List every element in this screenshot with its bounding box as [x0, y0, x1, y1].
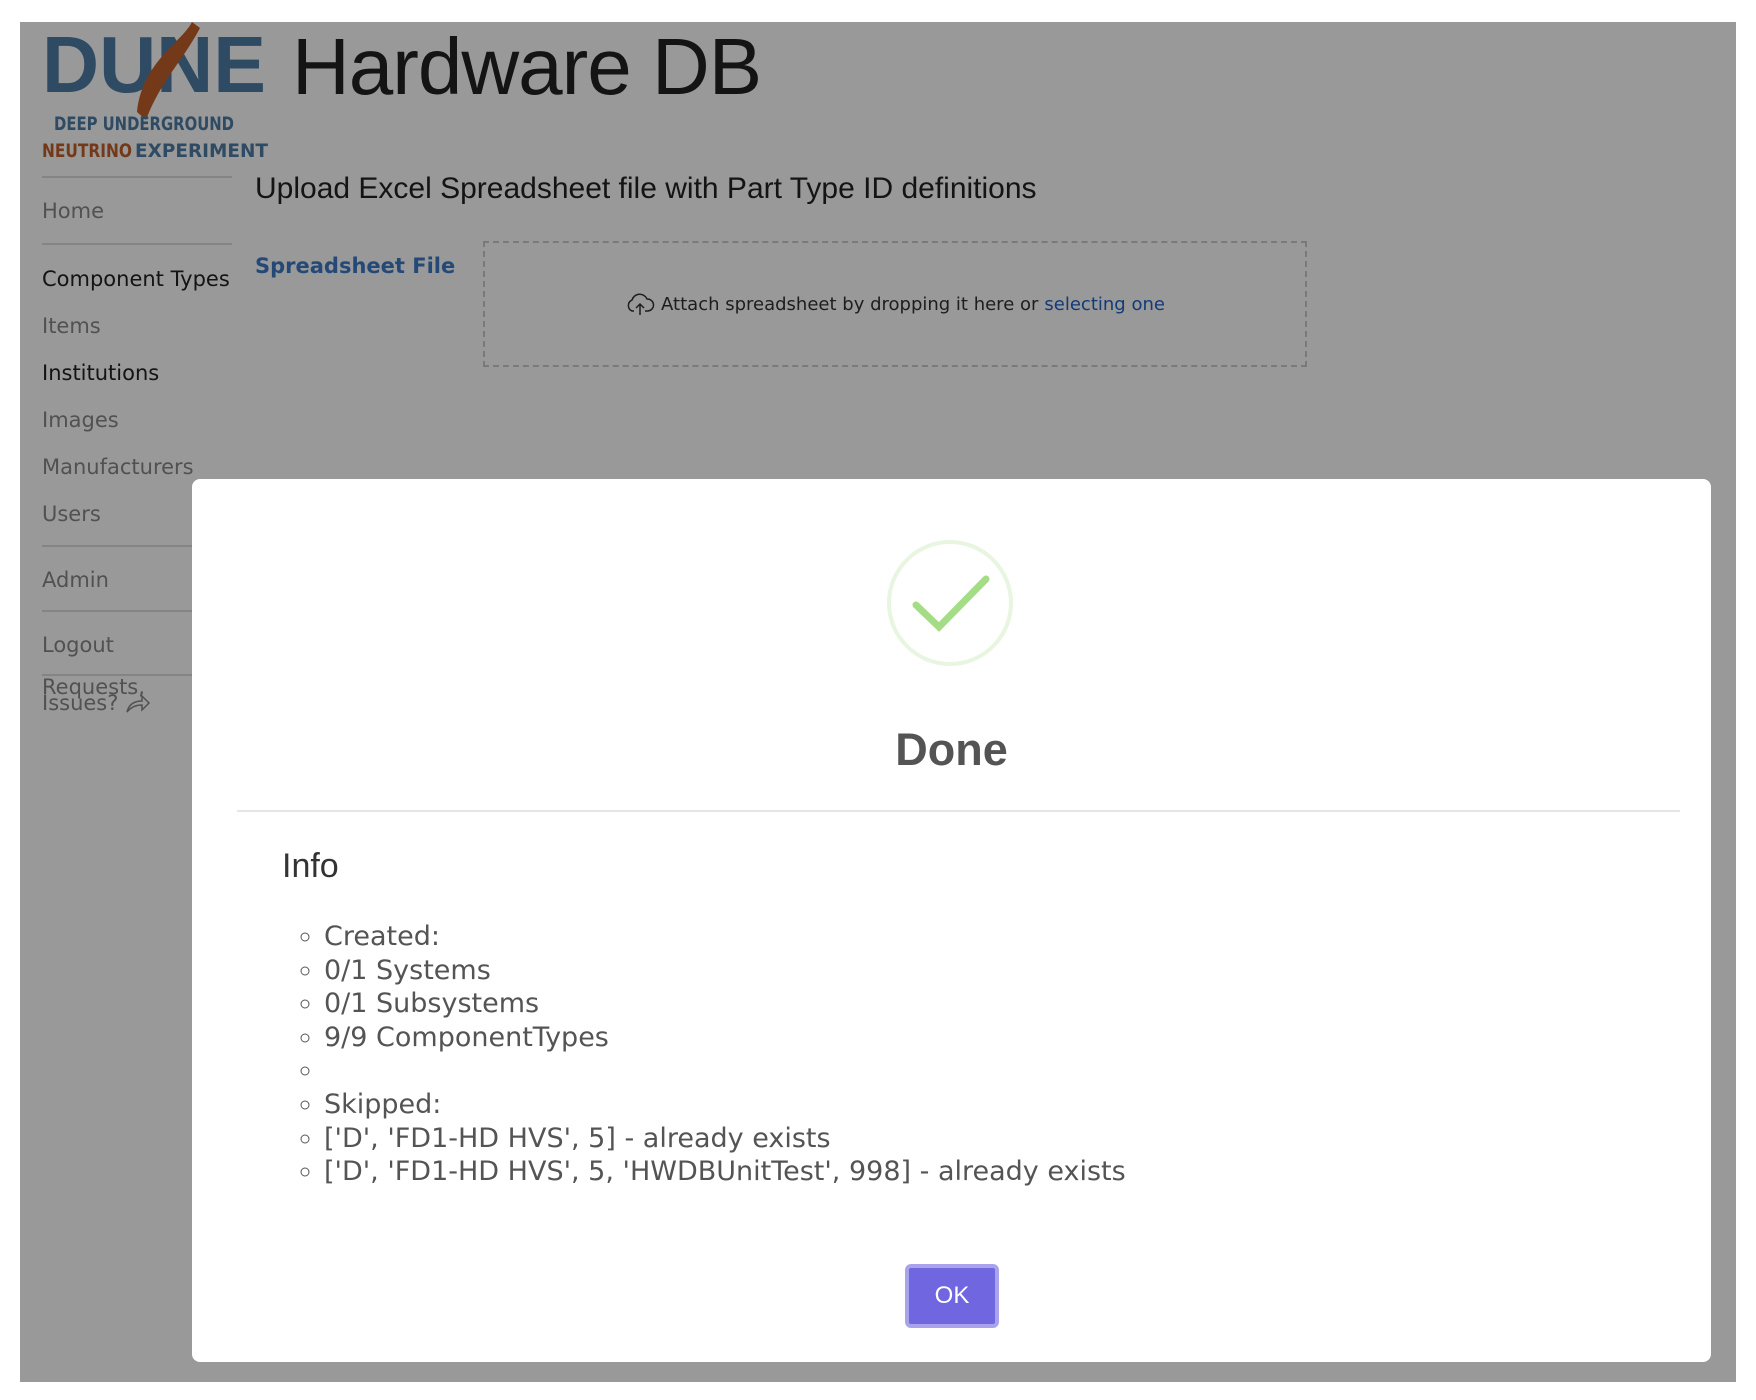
ok-button[interactable]: OK [905, 1264, 999, 1328]
dialog-title: Done [895, 724, 1008, 775]
done-dialog: Done Info Created: 0/1 Systems 0/1 Subsy… [192, 479, 1711, 1362]
list-item: 9/9 ComponentTypes [324, 1021, 1126, 1055]
result-list: Created: 0/1 Systems 0/1 Subsystems 9/9 … [282, 920, 1126, 1189]
list-item: Created: [324, 920, 1126, 954]
list-item: 0/1 Systems [324, 954, 1126, 988]
divider [237, 810, 1680, 812]
list-item: Skipped: [324, 1088, 1126, 1122]
list-item: ['D', 'FD1-HD HVS', 5] - already exists [324, 1122, 1126, 1156]
info-heading: Info [282, 847, 339, 885]
success-check-icon [887, 540, 1013, 666]
list-item [324, 1054, 1126, 1088]
list-item: 0/1 Subsystems [324, 987, 1126, 1021]
list-item: ['D', 'FD1-HD HVS', 5, 'HWDBUnitTest', 9… [324, 1155, 1126, 1189]
